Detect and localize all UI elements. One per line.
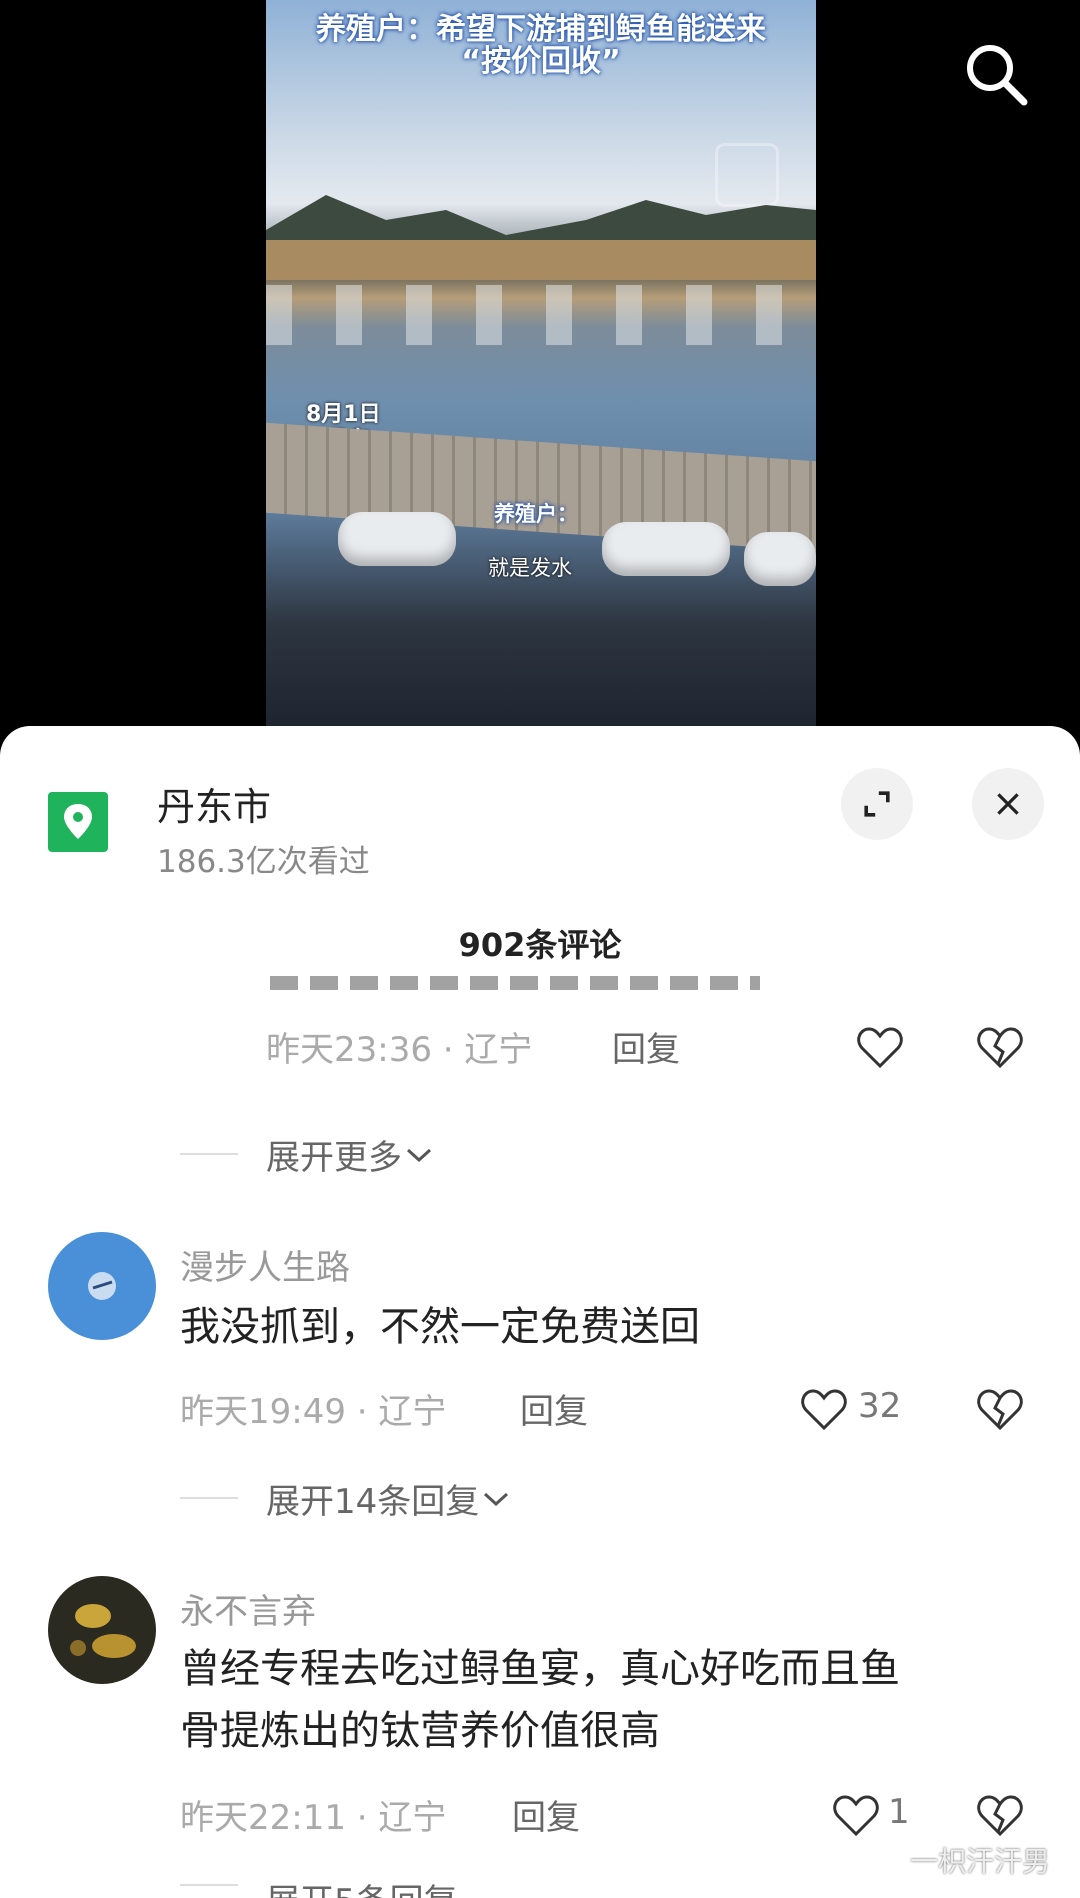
like-heart-icon[interactable] xyxy=(832,1794,880,1838)
like-count: 1 xyxy=(888,1792,910,1832)
view-count: 186.3亿次看过 xyxy=(157,844,370,880)
speaker-label: 养殖户： xyxy=(494,502,578,526)
comment-meta: 昨天22:11 · 辽宁 xyxy=(180,1798,447,1838)
pier-float xyxy=(338,512,456,566)
comment-meta: 昨天19:49 · 辽宁 xyxy=(180,1392,447,1432)
chevron-down-icon xyxy=(406,1148,432,1162)
location-title[interactable]: 丹东市 xyxy=(157,776,271,831)
expand-divider xyxy=(180,1884,238,1886)
comment-text: 我没抓到，不然一定免费送回 xyxy=(180,1304,700,1350)
comment-text-line1: 曾经专程去吃过鲟鱼宴，真心好吃而且鱼 xyxy=(180,1646,900,1692)
close-icon xyxy=(997,793,1019,815)
expand-fullscreen-button[interactable] xyxy=(841,768,913,840)
expand-replies-label: 展开5条回复 xyxy=(266,1874,458,1898)
avatar[interactable] xyxy=(48,1232,156,1340)
dislike-broken-heart-icon[interactable] xyxy=(976,1794,1024,1838)
expand-divider xyxy=(180,1153,238,1155)
reply-button[interactable]: 回复 xyxy=(612,1022,680,1071)
expand-more-label: 展开更多 xyxy=(266,1138,402,1178)
like-heart-icon[interactable] xyxy=(800,1388,848,1432)
dislike-broken-heart-icon[interactable] xyxy=(976,1388,1024,1432)
like-count: 32 xyxy=(858,1386,902,1426)
pier-float xyxy=(744,532,816,586)
expand-more-button[interactable]: 展开更多 xyxy=(266,1130,436,1179)
like-heart-icon[interactable] xyxy=(856,1026,904,1070)
corner-watermark: 一枳汗汗男 xyxy=(910,1845,1051,1878)
avatar[interactable] xyxy=(48,1576,156,1684)
comment-meta: 昨天23:36 · 辽宁 xyxy=(266,1030,533,1070)
comment-username[interactable]: 漫步人生路 xyxy=(180,1240,350,1289)
expand-icon xyxy=(864,791,890,817)
expand-replies-label: 展开14条回复 xyxy=(266,1482,480,1522)
expand-divider xyxy=(180,1497,238,1499)
distant-cages xyxy=(266,285,816,345)
expand-replies-button[interactable]: 展开5条回复 xyxy=(266,1874,458,1898)
close-button[interactable] xyxy=(972,768,1044,840)
mountains xyxy=(266,195,816,280)
reply-button[interactable]: 回复 xyxy=(512,1790,580,1839)
expand-replies-button[interactable]: 展开14条回复 xyxy=(266,1474,513,1523)
reply-button[interactable]: 回复 xyxy=(520,1384,588,1433)
pier-float xyxy=(602,522,730,576)
comment-sheet: 丹东市 186.3亿次看过 902条评论 昨天23:36 · 辽宁 回复 展开更… xyxy=(0,726,1080,1898)
dislike-broken-heart-icon[interactable] xyxy=(976,1026,1024,1070)
comment-count-title: 902条评论 xyxy=(458,926,622,964)
location-pin-icon xyxy=(48,792,108,852)
video-title-line2: “按价回收” xyxy=(461,44,621,79)
truncated-comment-text xyxy=(270,976,760,990)
comment-username[interactable]: 永不言弃 xyxy=(180,1584,316,1633)
video-player[interactable]: 养殖户：希望下游捕到鲟鱼能送来 “按价回收” 8月1日 丹东 养殖户： 就是发水 xyxy=(266,0,816,726)
comment-text-line2: 骨提炼出的钛营养价值很高 xyxy=(180,1708,660,1754)
video-subtitle: 就是发水 xyxy=(488,556,572,580)
chevron-down-icon xyxy=(484,1492,509,1506)
search-icon[interactable] xyxy=(960,38,1032,110)
